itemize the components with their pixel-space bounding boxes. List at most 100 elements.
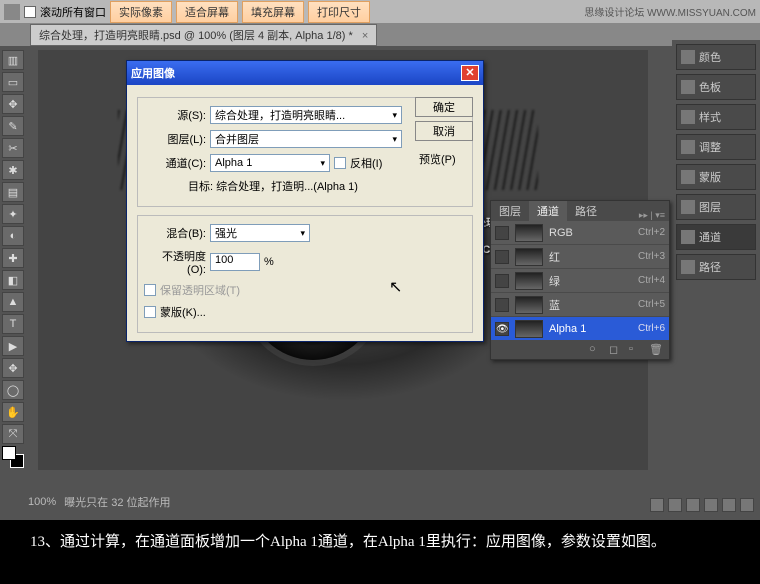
channel-thumb [515, 272, 543, 290]
invert-label: 反相(I) [350, 155, 382, 171]
visibility-toggle[interactable] [495, 250, 509, 264]
status-note: 曝光只在 32 位起作用 [64, 494, 170, 510]
panel-路径[interactable]: 路径 [676, 254, 756, 280]
channel-thumb [515, 224, 543, 242]
channel-thumb [515, 248, 543, 266]
status-icons [650, 498, 754, 512]
visibility-toggle[interactable] [495, 322, 509, 336]
tool-10[interactable]: ◧ [2, 270, 24, 290]
dialog-titlebar[interactable]: 应用图像 ✕ [127, 61, 483, 85]
channel-row[interactable]: RGBCtrl+2 [491, 221, 669, 245]
source-select[interactable]: 综合处理，打造明亮眼睛...▾ [210, 106, 402, 124]
tool-6[interactable]: ▤ [2, 182, 24, 202]
panel-颜色[interactable]: 颜色 [676, 44, 756, 70]
save-selection-icon[interactable]: ◻ [609, 343, 623, 357]
cancel-button[interactable]: 取消 [415, 121, 473, 141]
blend-label: 混合(B): [144, 225, 206, 241]
dialog-title: 应用图像 [131, 65, 175, 81]
layer-label: 图层(L): [144, 131, 206, 147]
blend-select[interactable]: 强光▾ [210, 224, 310, 242]
tool-5[interactable]: ✱ [2, 160, 24, 180]
caption-text: 13、通过计算，在通道面板增加一个Alpha 1通道，在Alpha 1里执行：应… [0, 522, 760, 564]
channel-name: 蓝 [549, 297, 632, 313]
tab-title: 综合处理，打造明亮眼睛.psd @ 100% (图层 4 副本, Alpha 1… [39, 30, 353, 42]
invert-checkbox[interactable] [334, 157, 346, 169]
visibility-toggle[interactable] [495, 298, 509, 312]
tool-3[interactable]: ✎ [2, 116, 24, 136]
right-panel-column: 颜色色板样式调整蒙版图层通道路径 [672, 40, 760, 284]
tool-4[interactable]: ✂ [2, 138, 24, 158]
zoom-level[interactable]: 100% [28, 496, 56, 508]
panel-通道[interactable]: 通道 [676, 224, 756, 250]
scroll-checkbox[interactable] [24, 6, 36, 18]
panel-footer: ○ ◻ ▫ 🗑 [491, 341, 669, 359]
opacity-unit: % [264, 256, 274, 268]
preserve-checkbox [144, 284, 156, 296]
apply-image-dialog: 应用图像 ✕ 源(S): 综合处理，打造明亮眼睛...▾ 图层(L): 合并图层… [126, 60, 484, 342]
options-bar: 滚动所有窗口 实际像素 适合屏幕 填充屏幕 打印尺寸 思缘设计论坛 WWW.MI… [0, 0, 760, 24]
channel-name: Alpha 1 [549, 323, 632, 335]
color-swatch[interactable] [2, 446, 24, 468]
channel-name: 红 [549, 249, 632, 265]
tool-0[interactable]: ▥ [2, 50, 24, 70]
tool-14[interactable]: ✥ [2, 358, 24, 378]
channel-row[interactable]: 绿 Ctrl+4 [491, 269, 669, 293]
delete-channel-icon[interactable]: 🗑 [649, 343, 663, 357]
tab-paths[interactable]: 路径 [567, 201, 605, 221]
document-tab[interactable]: 综合处理，打造明亮眼睛.psd @ 100% (图层 4 副本, Alpha 1… [30, 24, 377, 46]
tool-13[interactable]: ▶ [2, 336, 24, 356]
load-selection-icon[interactable]: ○ [589, 343, 603, 357]
tool-12[interactable]: T [2, 314, 24, 334]
tool-16[interactable]: ✋ [2, 402, 24, 422]
tab-channels[interactable]: 通道 [529, 201, 567, 221]
tool-9[interactable]: ✚ [2, 248, 24, 268]
channel-row[interactable]: Alpha 1 Ctrl+6 [491, 317, 669, 341]
btn-print-size[interactable]: 打印尺寸 [308, 1, 370, 23]
source-label: 源(S): [144, 107, 206, 123]
channel-name: 绿 [549, 273, 632, 289]
channel-select[interactable]: Alpha 1▾ [210, 154, 330, 172]
opacity-input[interactable]: 100 [210, 253, 260, 271]
panel-蒙版[interactable]: 蒙版 [676, 164, 756, 190]
mask-label: 蒙版(K)... [160, 304, 206, 320]
tool-15[interactable]: ◯ [2, 380, 24, 400]
close-button[interactable]: ✕ [461, 65, 479, 81]
panel-色板[interactable]: 色板 [676, 74, 756, 100]
panel-调整[interactable]: 调整 [676, 134, 756, 160]
channel-thumb [515, 296, 543, 314]
credit-text: 思缘设计论坛 WWW.MISSYUAN.COM [584, 4, 756, 19]
document-tabs: 综合处理，打造明亮眼睛.psd @ 100% (图层 4 副本, Alpha 1… [0, 24, 760, 46]
channel-row[interactable]: 红 Ctrl+3 [491, 245, 669, 269]
panel-图层[interactable]: 图层 [676, 194, 756, 220]
new-channel-icon[interactable]: ▫ [629, 343, 643, 357]
tab-layers[interactable]: 图层 [491, 201, 529, 221]
tool-1[interactable]: ▭ [2, 72, 24, 92]
btn-fill-screen[interactable]: 填充屏幕 [242, 1, 304, 23]
channel-shortcut: Ctrl+4 [638, 275, 665, 286]
layer-select[interactable]: 合并图层▾ [210, 130, 402, 148]
close-icon[interactable]: × [362, 30, 368, 42]
btn-fit-screen[interactable]: 适合屏幕 [176, 1, 238, 23]
panel-tabs: 图层 通道 路径 ▸▸ | ▾≡ [491, 201, 669, 221]
visibility-toggle[interactable] [495, 274, 509, 288]
channel-shortcut: Ctrl+5 [638, 299, 665, 310]
channel-shortcut: Ctrl+6 [638, 323, 665, 334]
channel-row[interactable]: 蓝 Ctrl+5 [491, 293, 669, 317]
channel-shortcut: Ctrl+3 [638, 251, 665, 262]
status-bar: 100% 曝光只在 32 位起作用 [28, 494, 171, 510]
tool-7[interactable]: ✦ [2, 204, 24, 224]
visibility-toggle[interactable] [495, 226, 509, 240]
mask-checkbox[interactable] [144, 306, 156, 318]
preview-label: 预览(P) [419, 151, 456, 167]
channel-thumb [515, 320, 543, 338]
btn-actual-pixels[interactable]: 实际像素 [110, 1, 172, 23]
tool-17[interactable]: ⤧ [2, 424, 24, 444]
panel-menu-icon[interactable]: ▸▸ | ▾≡ [639, 210, 669, 221]
tool-2[interactable]: ✥ [2, 94, 24, 114]
tool-8[interactable]: ◐ [2, 226, 24, 246]
ok-button[interactable]: 确定 [415, 97, 473, 117]
tool-11[interactable]: ▲ [2, 292, 24, 312]
panel-样式[interactable]: 样式 [676, 104, 756, 130]
channels-panel: 图层 通道 路径 ▸▸ | ▾≡ RGBCtrl+2 红 Ctrl+3 绿 Ctrl+4… [490, 200, 670, 360]
channel-name: RGB [549, 227, 632, 239]
